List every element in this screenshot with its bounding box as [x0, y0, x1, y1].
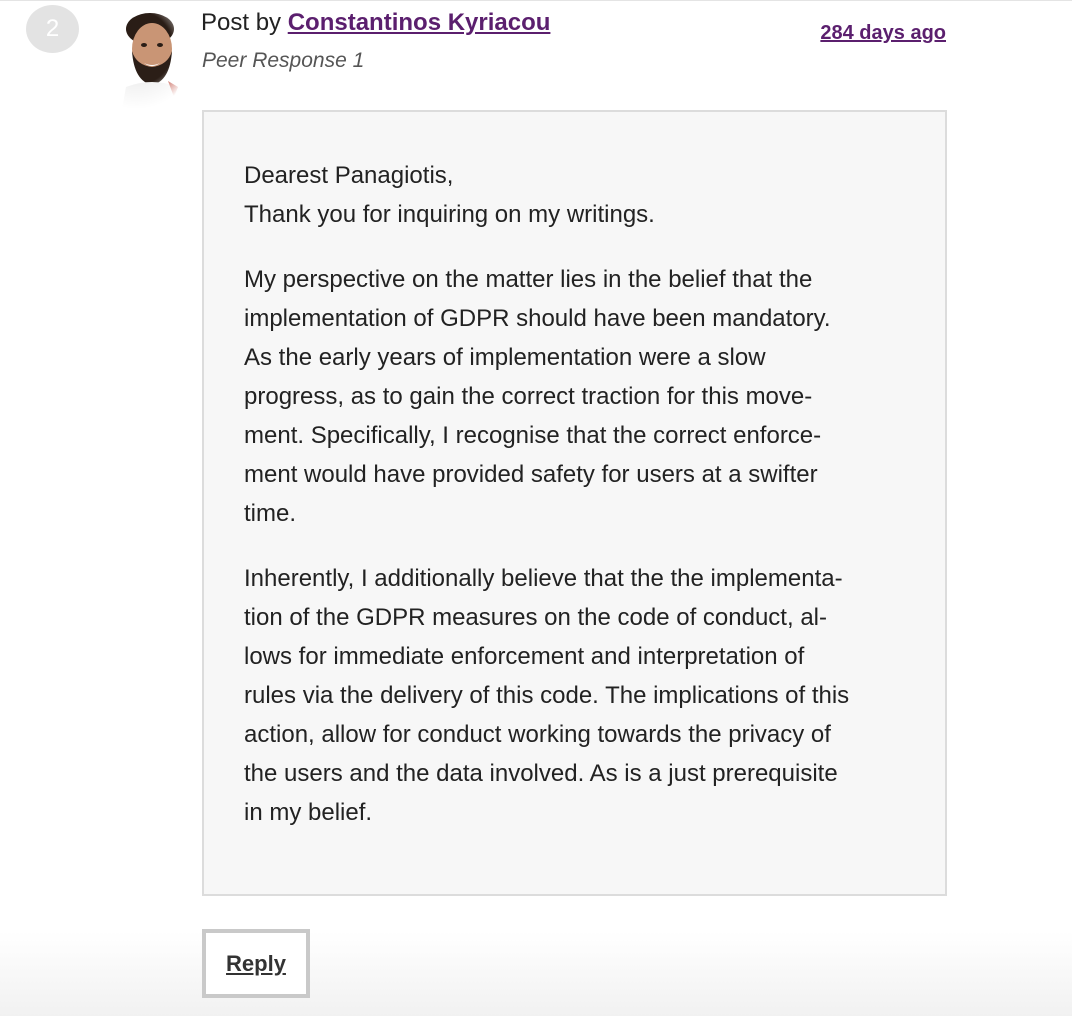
- post-number-badge: 2: [26, 5, 79, 53]
- post-timestamp-link[interactable]: 284 days ago: [820, 22, 946, 45]
- post-body: Dearest Panagiotis, Thank you for inquir…: [202, 110, 947, 896]
- author-name-link[interactable]: Constantinos Kyriacou: [288, 9, 551, 36]
- author-prefix: Post by: [201, 9, 282, 36]
- body-line: ment. Specifically, I recognise that the…: [244, 422, 822, 449]
- body-line: ment would have provided safety for user…: [244, 461, 818, 488]
- body-line: implementation of GDPR should have been …: [244, 305, 831, 332]
- body-line: As the early years of implementation wer…: [244, 344, 766, 371]
- body-line: Thank you for inquiring on my writings.: [244, 201, 655, 228]
- body-line: lows for immediate enforcement and inter…: [244, 643, 805, 670]
- greeting-paragraph: Dearest Panagiotis, Thank you for inquir…: [244, 156, 905, 234]
- body-line: Dearest Panagiotis,: [244, 162, 454, 189]
- body-line: in my belief.: [244, 799, 373, 826]
- body-line: My perspective on the matter lies in the…: [244, 266, 813, 293]
- post-author-line: Post by Constantinos Kyriacou: [201, 8, 550, 38]
- body-line: time.: [244, 500, 297, 527]
- body-line: action, allow for conduct working toward…: [244, 721, 831, 748]
- body-line: progress, as to gain the correct tractio…: [244, 383, 813, 410]
- body-paragraph-1: My perspective on the matter lies in the…: [244, 260, 905, 533]
- author-avatar[interactable]: [82, 7, 182, 109]
- forum-post: 2 Post by Constantinos Kyriacou Peer Res…: [0, 0, 1072, 1016]
- user-avatar-photo-icon: [82, 7, 182, 109]
- body-line: Inherently, I additionally believe that …: [244, 565, 843, 592]
- body-line: tion of the GDPR measures on the code of…: [244, 604, 827, 631]
- body-paragraph-2: Inherently, I additionally believe that …: [244, 559, 905, 832]
- post-subject: Peer Response 1: [202, 49, 365, 72]
- body-line: the users and the data involved. As is a…: [244, 760, 838, 787]
- reply-button[interactable]: Reply: [202, 929, 310, 998]
- body-line: rules via the delivery of this code. The…: [244, 682, 850, 709]
